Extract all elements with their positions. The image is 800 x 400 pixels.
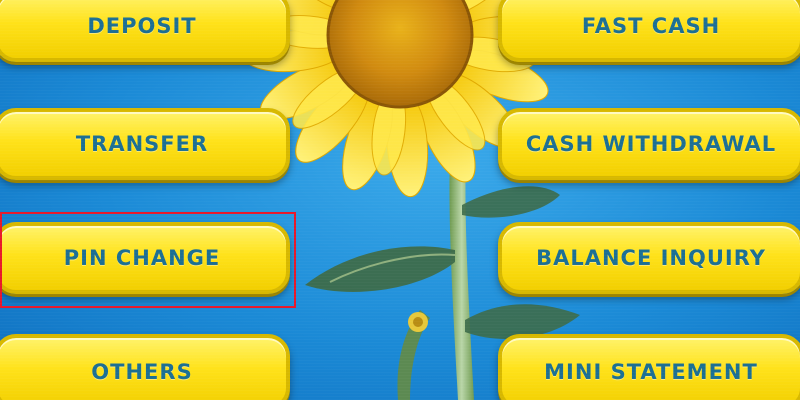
balance-inquiry-label: BALANCE INQUIRY — [536, 246, 766, 270]
others-button[interactable]: OTHERS — [0, 334, 290, 400]
mini-statement-button[interactable]: MINI STATEMENT — [498, 334, 800, 400]
balance-inquiry-button[interactable]: BALANCE INQUIRY — [498, 222, 800, 294]
fast-cash-button[interactable]: FAST CASH — [498, 0, 800, 62]
others-label: OTHERS — [91, 360, 193, 384]
cash-withdrawal-button[interactable]: CASH WITHDRAWAL — [498, 108, 800, 180]
pin-change-highlight-box — [0, 212, 296, 308]
atm-screen: DEPOSIT TRANSFER PIN CHANGE OTHERS FAST … — [0, 0, 800, 400]
deposit-label: DEPOSIT — [87, 14, 197, 38]
transfer-button[interactable]: TRANSFER — [0, 108, 290, 180]
transfer-label: TRANSFER — [75, 132, 209, 156]
deposit-button[interactable]: DEPOSIT — [0, 0, 290, 62]
fast-cash-label: FAST CASH — [581, 14, 721, 38]
mini-statement-label: MINI STATEMENT — [544, 360, 758, 384]
cash-withdrawal-label: CASH WITHDRAWAL — [525, 132, 777, 156]
